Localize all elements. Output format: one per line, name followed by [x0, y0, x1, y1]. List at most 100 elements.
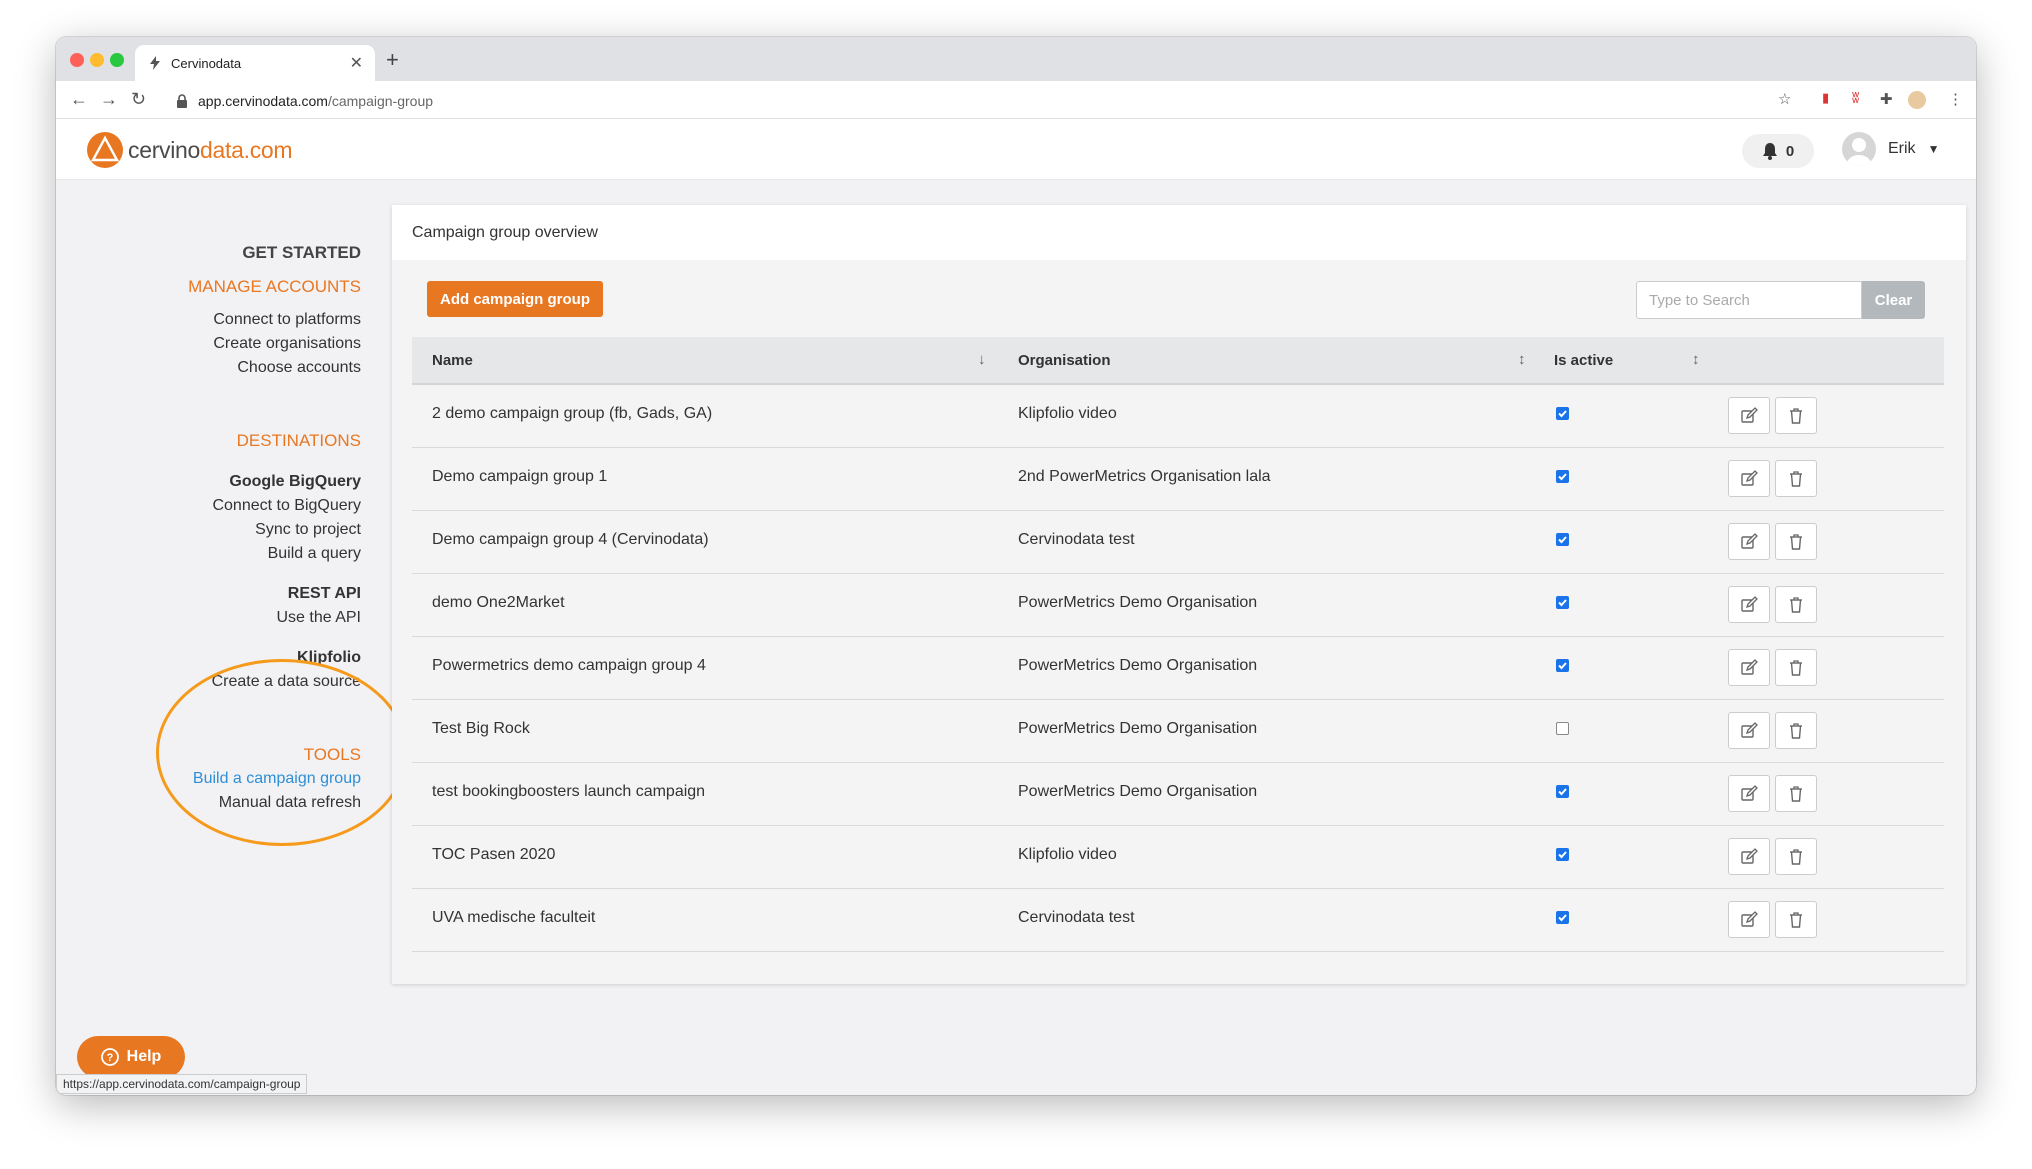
clear-search-button[interactable]: Clear: [1862, 281, 1925, 319]
sidebar-item-create-organisations[interactable]: Create organisations: [213, 335, 361, 353]
is-active-checkbox[interactable]: [1556, 407, 1569, 420]
delete-button[interactable]: [1775, 649, 1817, 686]
url-field[interactable]: app.cervinodata.com/campaign-group: [168, 89, 1868, 113]
delete-button[interactable]: [1775, 586, 1817, 623]
edit-button[interactable]: [1728, 523, 1770, 560]
tab-title: Cervinodata: [171, 55, 242, 71]
column-header-organisation[interactable]: Organisation: [1018, 352, 1111, 369]
table-row: UVA medische faculteit Cervinodata test: [412, 889, 1944, 952]
trash-icon: [1790, 533, 1802, 550]
user-menu[interactable]: Erik ▼: [1842, 132, 1939, 166]
table-header: Name ↓ Organisation ↕ Is active ↕: [412, 337, 1944, 385]
is-active-checkbox[interactable]: [1556, 848, 1569, 861]
new-tab-button[interactable]: +: [386, 47, 399, 73]
is-active-checkbox[interactable]: [1556, 470, 1569, 483]
sort-down-icon[interactable]: ↓: [978, 351, 986, 368]
is-active-checkbox[interactable]: [1556, 596, 1569, 609]
sidebar-item-build-campaign-group[interactable]: Build a campaign group: [193, 770, 361, 788]
is-active-checkbox[interactable]: [1556, 911, 1569, 924]
delete-button[interactable]: [1775, 901, 1817, 938]
trash-icon: [1790, 596, 1802, 613]
sort-icon[interactable]: ↕: [1692, 351, 1700, 368]
profile-icon[interactable]: [1908, 91, 1926, 109]
is-active-checkbox[interactable]: [1556, 785, 1569, 798]
avatar: [1842, 132, 1876, 166]
main-card: Campaign group overview Add campaign gro…: [392, 205, 1966, 984]
trash-icon: [1790, 911, 1802, 928]
notifications-button[interactable]: 0: [1742, 134, 1814, 168]
sidebar-heading-destinations[interactable]: DESTINATIONS: [237, 431, 361, 451]
app-header: cervinodata.com 0 Erik ▼: [56, 119, 1976, 180]
sidebar-heading-manage-accounts[interactable]: MANAGE ACCOUNTS: [188, 277, 361, 297]
sidebar-item-create-data-source[interactable]: Create a data source: [212, 673, 361, 691]
question-circle-icon: ?: [100, 1048, 119, 1066]
row-name: TOC Pasen 2020: [432, 846, 556, 863]
sidebar-item-build-query[interactable]: Build a query: [268, 545, 361, 563]
page-title: Campaign group overview: [412, 223, 598, 241]
delete-button[interactable]: [1775, 523, 1817, 560]
star-icon[interactable]: ☆: [1778, 90, 1791, 108]
extension-icon[interactable]: ʬ: [1852, 90, 1859, 107]
sidebar-item-choose-accounts[interactable]: Choose accounts: [237, 359, 361, 377]
sidebar-item-use-api[interactable]: Use the API: [277, 609, 362, 627]
sidebar-item-connect-bigquery[interactable]: Connect to BigQuery: [212, 497, 361, 515]
puzzle-icon[interactable]: ✚: [1880, 90, 1893, 108]
is-active-checkbox[interactable]: [1556, 722, 1569, 735]
edit-icon: [1741, 784, 1758, 801]
edit-icon: [1741, 847, 1758, 864]
column-header-name[interactable]: Name: [432, 352, 473, 369]
edit-button[interactable]: [1728, 775, 1770, 812]
bell-icon: [1762, 143, 1777, 160]
edit-button[interactable]: [1728, 649, 1770, 686]
sidebar-heading-get-started[interactable]: GET STARTED: [242, 243, 361, 263]
forward-arrow-icon[interactable]: →: [100, 89, 118, 110]
sidebar-item-connect-platforms[interactable]: Connect to platforms: [213, 311, 361, 329]
sort-icon[interactable]: ↕: [1518, 351, 1526, 368]
row-name: 2 demo campaign group (fb, Gads, GA): [432, 405, 713, 422]
edit-button[interactable]: [1728, 397, 1770, 434]
tab-strip: Cervinodata ✕ +: [56, 37, 1976, 81]
more-menu-icon[interactable]: ⋮: [1948, 90, 1963, 108]
edit-button[interactable]: [1728, 838, 1770, 875]
edit-button[interactable]: [1728, 460, 1770, 497]
sidebar-heading-tools[interactable]: TOOLS: [304, 745, 361, 765]
edit-button[interactable]: [1728, 586, 1770, 623]
delete-button[interactable]: [1775, 775, 1817, 812]
row-organisation: PowerMetrics Demo Organisation: [1018, 594, 1258, 611]
row-name: Demo campaign group 1: [432, 468, 608, 485]
row-name: Demo campaign group 4 (Cervinodata): [432, 531, 709, 548]
edit-icon: [1741, 532, 1758, 549]
row-name: demo One2Market: [432, 594, 565, 611]
logo-icon: [87, 132, 123, 168]
edit-icon: [1741, 406, 1758, 423]
add-campaign-group-button[interactable]: Add campaign group: [427, 281, 603, 317]
help-button[interactable]: ? Help: [77, 1036, 185, 1078]
sidebar-item-manual-refresh[interactable]: Manual data refresh: [219, 794, 361, 812]
sidebar-item-sync-project[interactable]: Sync to project: [255, 521, 361, 539]
is-active-checkbox[interactable]: [1556, 533, 1569, 546]
edit-button[interactable]: [1728, 712, 1770, 749]
delete-button[interactable]: [1775, 460, 1817, 497]
delete-button[interactable]: [1775, 838, 1817, 875]
column-header-is-active[interactable]: Is active: [1554, 352, 1613, 369]
back-arrow-icon[interactable]: ←: [70, 89, 88, 110]
close-window-button[interactable]: [70, 53, 84, 67]
minimize-window-button[interactable]: [90, 53, 104, 67]
browser-tab[interactable]: Cervinodata ✕: [135, 45, 375, 81]
is-active-checkbox[interactable]: [1556, 659, 1569, 672]
edit-icon: [1741, 469, 1758, 486]
reload-icon[interactable]: ↻: [131, 89, 146, 110]
lightning-icon: [150, 56, 160, 70]
search-input[interactable]: [1636, 281, 1862, 319]
delete-button[interactable]: [1775, 397, 1817, 434]
row-organisation: Klipfolio video: [1018, 405, 1117, 422]
extension-icon[interactable]: ▮: [1822, 90, 1829, 106]
url-host: app.cervinodata.com: [198, 93, 328, 109]
chevron-down-icon: ▼: [1927, 142, 1940, 156]
close-tab-icon[interactable]: ✕: [350, 53, 363, 73]
maximize-window-button[interactable]: [110, 53, 124, 67]
delete-button[interactable]: [1775, 712, 1817, 749]
edit-button[interactable]: [1728, 901, 1770, 938]
logo[interactable]: cervinodata.com: [86, 131, 293, 169]
table-row: Powermetrics demo campaign group 4 PowerM…: [412, 637, 1944, 700]
